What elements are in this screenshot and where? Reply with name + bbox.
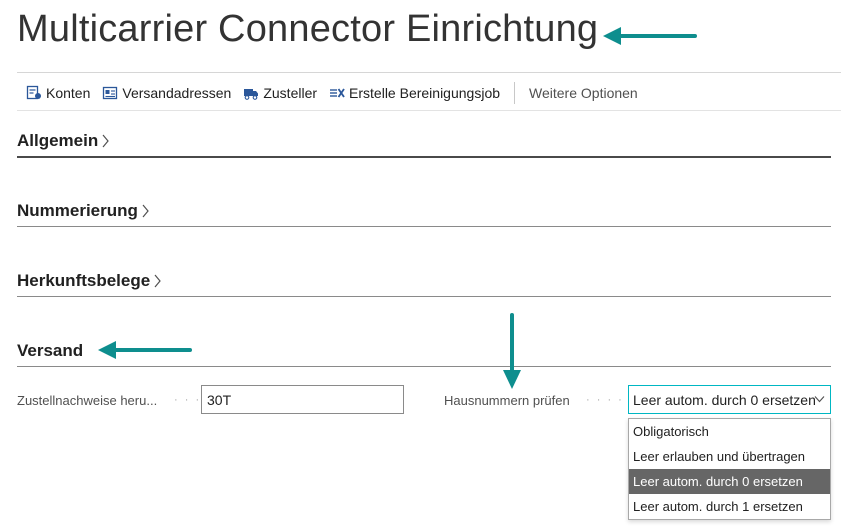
chevron-right-icon [142,204,149,218]
page-title: Multicarrier Connector Einrichtung [17,8,599,50]
chevron-right-icon [102,134,110,148]
section-herkunftsbelege-label: Herkunftsbelege [17,271,151,290]
action-bar: Konten Versandadressen Zusteller Erstell… [17,78,841,108]
accounts-icon [26,85,41,100]
section-allgemein[interactable]: Allgemein [17,128,831,158]
erstelle-bereinigungsjob-button[interactable]: Erstelle Bereinigungsjob [323,79,506,107]
weitere-optionen-button[interactable]: Weitere Optionen [525,85,642,101]
chevron-down-icon [814,396,825,403]
hausnummern-pruefen-label: Hausnummern prüfen [444,393,570,408]
hausnummern-pruefen-select[interactable]: Leer autom. durch 0 ersetzen [628,385,831,414]
section-versand-label: Versand [17,341,84,360]
shipping-addresses-icon [103,86,118,100]
cleanup-job-icon [330,88,345,98]
erstelle-bereinigungsjob-label: Erstelle Bereinigungsjob [349,85,501,101]
versand-annotation-arrow [98,341,192,359]
section-herkunftsbelege[interactable]: Herkunftsbelege [17,268,831,297]
zustellnachweise-input[interactable]: 30T [201,385,404,414]
versandadressen-label: Versandadressen [122,85,232,101]
dropdown-option-leer-1-ersetzen[interactable]: Leer autom. durch 1 ersetzen [629,494,830,519]
section-allgemein-label: Allgemein [17,131,99,150]
konten-label: Konten [46,85,91,101]
section-nummerierung-label: Nummerierung [17,201,138,220]
zustellnachweise-label: Zustellnachweise heru... [17,393,158,408]
top-divider [17,72,841,73]
hausnummern-dropdown-list: Obligatorisch Leer erlauben und übertrag… [628,418,831,520]
dropdown-option-obligatorisch[interactable]: Obligatorisch [629,419,830,444]
konten-button[interactable]: Konten [17,79,96,107]
carrier-icon [244,89,259,100]
chevron-right-icon [154,274,161,288]
title-annotation-arrow [603,27,697,45]
section-nummerierung[interactable]: Nummerierung [17,198,831,227]
hausnummern-pruefen-value: Leer autom. durch 0 ersetzen [633,392,816,408]
field-annotation-arrow [503,313,521,389]
toolbar-separator [514,82,516,104]
dropdown-option-leer-0-ersetzen[interactable]: Leer autom. durch 0 ersetzen [629,469,830,494]
zusteller-label: Zusteller [263,85,318,101]
versandadressen-button[interactable]: Versandadressen [96,79,237,107]
dropdown-option-leer-erlauben[interactable]: Leer erlauben und übertragen [629,444,830,469]
toolbar-divider [17,110,841,111]
zusteller-button[interactable]: Zusteller [237,79,323,107]
